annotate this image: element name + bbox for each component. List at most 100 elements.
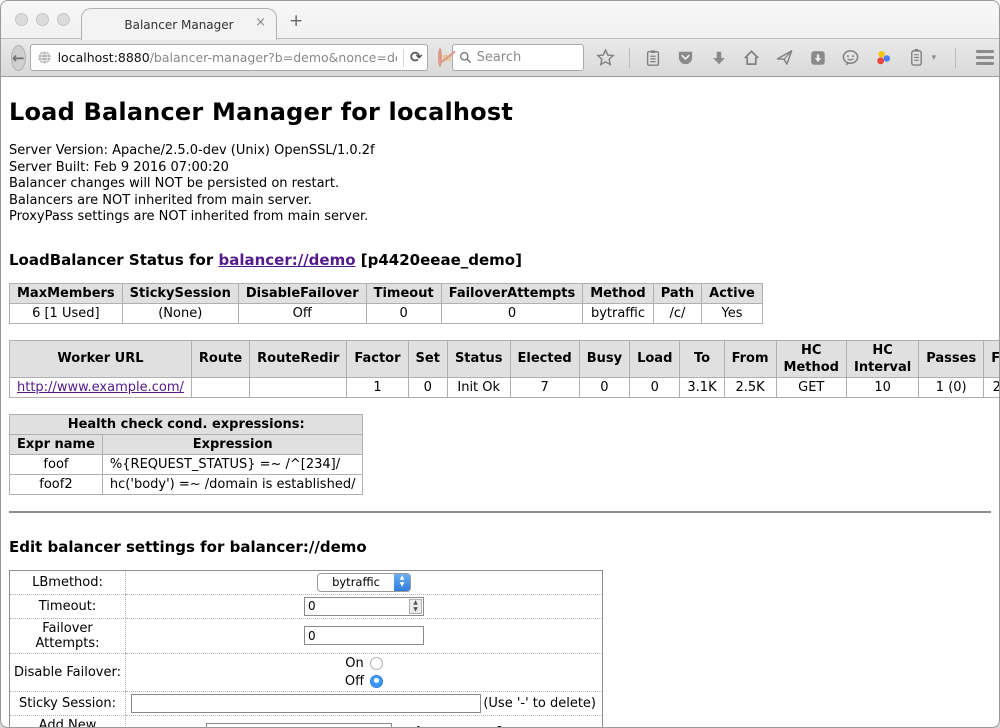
toolbar-icons: ▾ bbox=[596, 48, 1000, 68]
disable-failover-label: Disable Failover: bbox=[10, 653, 126, 691]
search-bar[interactable] bbox=[452, 44, 584, 71]
download-panel-icon[interactable] bbox=[808, 48, 828, 68]
col-status: Status bbox=[447, 340, 510, 377]
lbmethod-select[interactable]: bytraffic ▲▼ bbox=[317, 573, 411, 592]
page-title: Load Balancer Manager for localhost bbox=[9, 98, 991, 126]
val-expr-name-2: foof2 bbox=[10, 474, 103, 494]
val-timeout: 0 bbox=[366, 303, 441, 323]
toolbar-divider-2 bbox=[955, 48, 956, 68]
col-hc-interval: HC Interval bbox=[846, 340, 918, 377]
home-icon[interactable] bbox=[742, 48, 762, 68]
url-bar[interactable]: localhost:8880/balancer-manager?b=demo&n… bbox=[30, 44, 428, 71]
timeout-input[interactable] bbox=[304, 597, 424, 616]
add-new-worker-input[interactable] bbox=[206, 723, 392, 727]
col-maxmembers: MaxMembers bbox=[10, 283, 123, 303]
col-passes: Passes bbox=[919, 340, 984, 377]
radio-on-label: On bbox=[345, 656, 363, 671]
val-load: 0 bbox=[630, 377, 680, 397]
server-version: Server Version: Apache/2.5.0-dev (Unix) … bbox=[9, 143, 991, 160]
downloads-icon[interactable] bbox=[709, 48, 729, 68]
val-to: 3.1K bbox=[680, 377, 724, 397]
val-expression-1: %{REQUEST_STATUS} =~ /^[234]/ bbox=[102, 454, 363, 474]
url-host: localhost:8880 bbox=[58, 50, 150, 65]
balancer-link[interactable]: balancer://demo bbox=[218, 251, 355, 269]
disable-failover-off-radio[interactable] bbox=[370, 675, 383, 688]
section-divider bbox=[9, 511, 991, 513]
back-button[interactable]: ← bbox=[11, 45, 26, 71]
tab-balancer-manager[interactable]: Balancer Manager × bbox=[81, 8, 277, 40]
col-route: Route bbox=[191, 340, 249, 377]
add-new-worker-label: Add New Worker: bbox=[10, 715, 126, 728]
balancer-status-row: 6 [1 Used] (None) Off 0 0 bytraffic /c/ … bbox=[10, 303, 763, 323]
clipboard-icon[interactable] bbox=[643, 48, 663, 68]
val-set: 0 bbox=[408, 377, 447, 397]
reload-icon[interactable]: ⟳ bbox=[410, 50, 423, 65]
lbmethod-selected-value: bytraffic bbox=[318, 574, 394, 591]
server-built: Server Built: Feb 9 2016 07:00:20 bbox=[9, 160, 991, 177]
val-from: 2.5K bbox=[724, 377, 776, 397]
are-you-sure-checkbox[interactable] bbox=[510, 727, 522, 728]
val-hc-interval: 10 bbox=[846, 377, 918, 397]
val-status: Init Ok bbox=[447, 377, 510, 397]
colored-dots-icon[interactable] bbox=[874, 48, 894, 68]
status-heading: LoadBalancer Status for balancer://demo … bbox=[9, 251, 991, 269]
val-path: /c/ bbox=[653, 303, 701, 323]
val-busy: 0 bbox=[579, 377, 629, 397]
globe-icon bbox=[37, 50, 52, 65]
failover-attempts-label: Failover Attempts: bbox=[10, 618, 126, 653]
paper-plane-icon[interactable] bbox=[775, 48, 795, 68]
url-text[interactable]: localhost:8880/balancer-manager?b=demo&n… bbox=[58, 50, 398, 65]
val-hc-method: GET bbox=[776, 377, 846, 397]
toolbar-divider bbox=[629, 48, 630, 68]
content-blocked-icon[interactable] bbox=[438, 48, 442, 67]
worker-table: Worker URL Route RouteRedir Factor Set S… bbox=[9, 340, 999, 398]
disable-failover-on-radio[interactable] bbox=[370, 657, 383, 670]
col-worker-url: Worker URL bbox=[10, 340, 192, 377]
val-maxmembers: 6 [1 Used] bbox=[10, 303, 123, 323]
balancer-status-table: MaxMembers StickySession DisableFailover… bbox=[9, 283, 763, 324]
url-path: /balancer-manager?b=demo&nonce=decc37be-… bbox=[150, 50, 397, 65]
health-row: foof2 hc('body') =~ /domain is establish… bbox=[10, 474, 363, 494]
number-spinner-icon[interactable]: ▲▼ bbox=[409, 599, 422, 614]
are-you-sure-label: Are you sure? bbox=[414, 725, 503, 727]
notice-persist: Balancer changes will NOT be persisted o… bbox=[9, 176, 991, 193]
sticky-session-input[interactable] bbox=[131, 694, 481, 713]
close-window-button[interactable] bbox=[15, 13, 28, 26]
battery-icon[interactable] bbox=[907, 48, 927, 68]
sticky-session-label: Sticky Session: bbox=[10, 691, 126, 715]
col-timeout: Timeout bbox=[366, 283, 441, 303]
pocket-icon[interactable] bbox=[676, 48, 696, 68]
val-routeredir bbox=[250, 377, 347, 397]
new-tab-button[interactable]: + bbox=[289, 13, 303, 30]
val-active: Yes bbox=[702, 303, 763, 323]
failover-attempts-input[interactable] bbox=[304, 626, 424, 645]
val-failoverattempts: 0 bbox=[441, 303, 583, 323]
val-method: bytraffic bbox=[583, 303, 653, 323]
col-from: From bbox=[724, 340, 776, 377]
col-hc-method: HC Method bbox=[776, 340, 846, 377]
col-load: Load bbox=[630, 340, 680, 377]
col-factor: Factor bbox=[347, 340, 408, 377]
col-set: Set bbox=[408, 340, 447, 377]
close-tab-icon[interactable]: × bbox=[255, 16, 266, 29]
select-stepper-icon: ▲▼ bbox=[394, 574, 410, 591]
col-failoverattempts: FailoverAttempts bbox=[441, 283, 583, 303]
page-content: Load Balancer Manager for localhost Serv… bbox=[1, 77, 999, 727]
worker-url-link[interactable]: http://www.example.com/ bbox=[17, 380, 184, 395]
menu-icon[interactable] bbox=[975, 48, 995, 68]
col-disablefailover: DisableFailover bbox=[238, 283, 366, 303]
browser-window: Balancer Manager × + ← localhost:8880/ba… bbox=[0, 0, 1000, 728]
col-routeredir: RouteRedir bbox=[250, 340, 347, 377]
worker-row: http://www.example.com/ 1 0 Init Ok 7 0 … bbox=[10, 377, 1000, 397]
chevron-down-icon[interactable]: ▾ bbox=[932, 53, 937, 63]
val-expression-2: hc('body') =~ /domain is established/ bbox=[102, 474, 363, 494]
minimize-window-button[interactable] bbox=[36, 13, 49, 26]
zoom-window-button[interactable] bbox=[57, 13, 70, 26]
tab-strip: Balancer Manager × + bbox=[1, 1, 999, 39]
chat-smiley-icon[interactable] bbox=[841, 48, 861, 68]
val-factor: 1 bbox=[347, 377, 408, 397]
col-path: Path bbox=[653, 283, 701, 303]
col-active: Active bbox=[702, 283, 763, 303]
bookmark-star-icon[interactable] bbox=[596, 48, 616, 68]
search-input[interactable] bbox=[477, 50, 577, 65]
